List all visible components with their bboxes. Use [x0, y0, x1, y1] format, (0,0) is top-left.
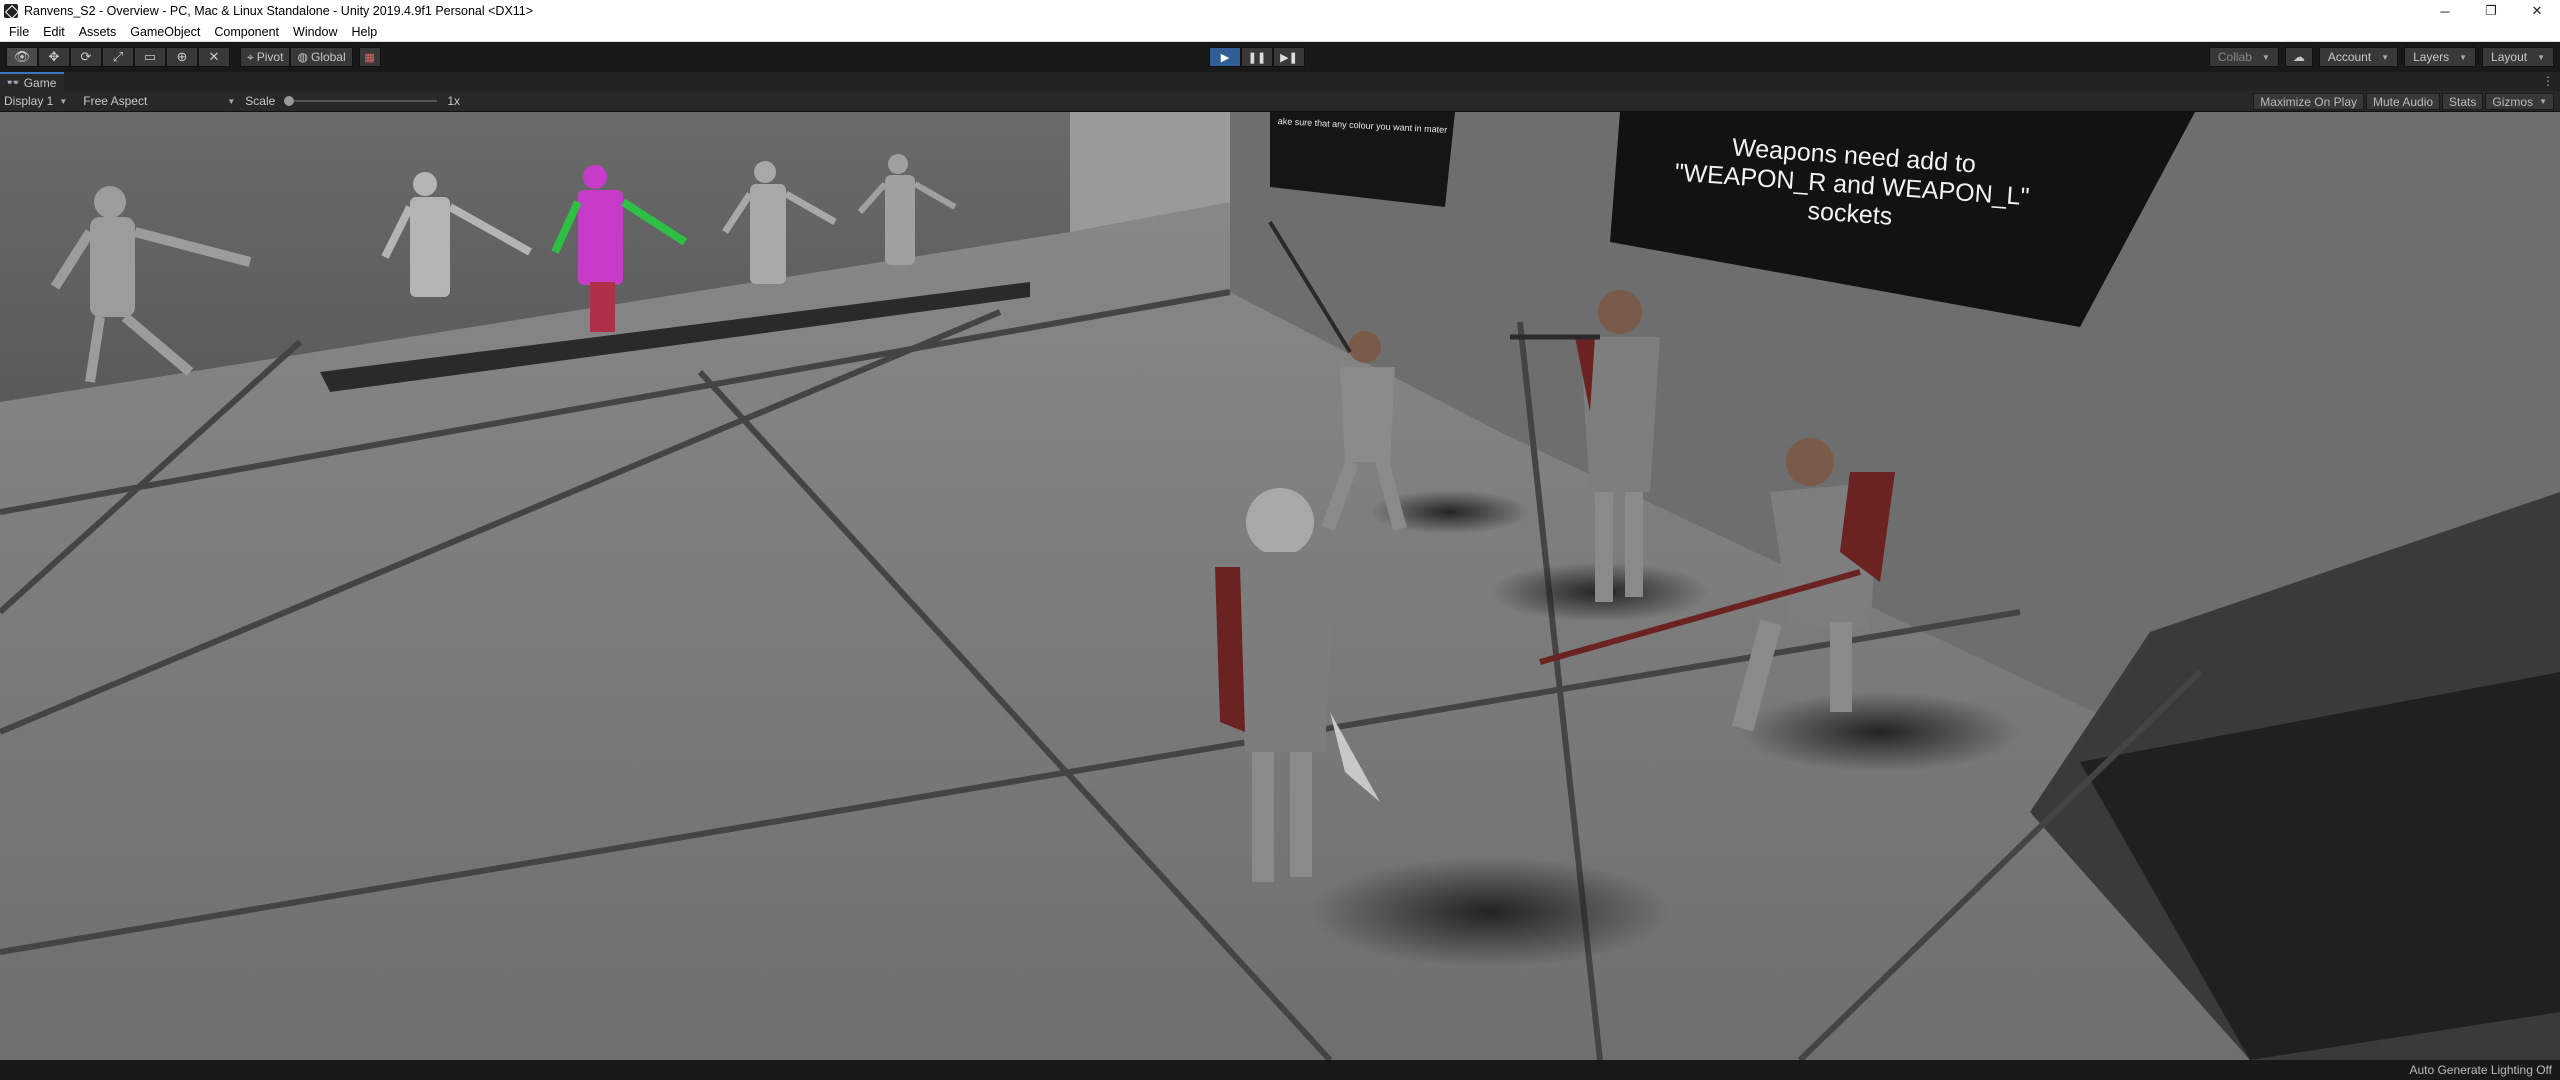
- game-view-options: Maximize On Play Mute Audio Stats Gizmos…: [2253, 93, 2554, 110]
- rect-tool-icon: ▭: [143, 49, 157, 64]
- window-title: Ranvens_S2 - Overview - PC, Mac & Linux …: [24, 4, 534, 18]
- scale-control: Scale 1x: [245, 94, 460, 108]
- layers-dropdown[interactable]: Layers ▼: [2404, 47, 2477, 67]
- game-view[interactable]: ake sure that any colour you want in mat…: [0, 112, 2560, 1060]
- collab-label: Collab: [2217, 50, 2252, 64]
- layout-label: Layout: [2491, 50, 2528, 64]
- scale-tool-button[interactable]: ⤢: [102, 47, 134, 67]
- chevron-down-icon: ▼: [2381, 52, 2390, 62]
- toolbar-right: Collab ▼ ☁ Account ▼ Layers ▼ Layout ▼: [2208, 47, 2554, 67]
- pause-button[interactable]: ❚❚: [1241, 47, 1273, 67]
- menu-bar: File Edit Assets GameObject Component Wi…: [0, 22, 2560, 42]
- custom-tool-button[interactable]: ✕: [198, 47, 230, 67]
- globe-icon: ◍: [297, 50, 308, 64]
- account-dropdown[interactable]: Account ▼: [2318, 47, 2399, 67]
- transform-tool-icon: ⊕: [176, 49, 188, 64]
- step-button[interactable]: ▶❚: [1273, 47, 1305, 67]
- cloud-button[interactable]: ☁: [2284, 47, 2313, 67]
- display-label: Display 1: [4, 94, 54, 108]
- close-button[interactable]: ✕: [2514, 0, 2560, 22]
- pivot-button[interactable]: ⌖ Pivot: [240, 47, 291, 67]
- move-tool-icon: ✥: [48, 49, 60, 64]
- scale-value: 1x: [447, 94, 460, 108]
- scale-tool-icon: ⤢: [112, 49, 124, 64]
- global-label: Global: [310, 50, 346, 64]
- mute-audio-button[interactable]: Mute Audio: [2366, 93, 2441, 110]
- maximize-on-play-button[interactable]: Maximize On Play: [2253, 93, 2364, 110]
- restore-button[interactable]: ❐: [2468, 0, 2514, 22]
- grid-snap-icon: ▦: [364, 51, 375, 64]
- tab-game-label: Game: [23, 75, 57, 90]
- chevron-down-icon: ▼: [59, 96, 68, 106]
- account-label: Account: [2327, 50, 2372, 64]
- custom-tool-icon: ✕: [208, 49, 220, 64]
- play-button[interactable]: ▶: [1209, 47, 1241, 67]
- stats-button[interactable]: Stats: [2442, 93, 2484, 110]
- play-icon: ▶: [1220, 51, 1230, 64]
- scale-slider[interactable]: [284, 96, 438, 106]
- pivot-icon: ⌖: [247, 49, 254, 64]
- scale-slider-thumb[interactable]: [284, 96, 295, 106]
- playback-controls: ▶ ❚❚ ▶❚: [1209, 47, 1305, 67]
- cloud-icon: ☁: [2292, 50, 2305, 64]
- move-tool-button[interactable]: ✥: [38, 47, 70, 67]
- menu-window[interactable]: Window: [286, 25, 344, 39]
- rotate-tool-button[interactable]: ⟳: [70, 47, 102, 67]
- menu-component[interactable]: Component: [207, 25, 286, 39]
- display-dropdown[interactable]: Display 1 ▼: [0, 94, 71, 108]
- main-toolbar: 👁 ✥ ⟳ ⤢ ▭ ⊕ ✕ ⌖ Pivot ◍ Global ▦ ▶ ❚❚ ▶❚…: [0, 42, 2560, 72]
- title-bar: Ranvens_S2 - Overview - PC, Mac & Linux …: [0, 0, 2560, 22]
- minimize-button[interactable]: ─: [2422, 0, 2468, 22]
- collab-dropdown[interactable]: Collab ▼: [2208, 47, 2279, 67]
- window-controls: ─ ❐ ✕: [2422, 0, 2560, 22]
- tab-bar: 👓 Game ⋮: [0, 72, 2560, 91]
- chevron-down-icon: ▼: [2539, 97, 2547, 106]
- pause-icon: ❚❚: [1247, 51, 1267, 64]
- menu-assets[interactable]: Assets: [72, 25, 124, 39]
- status-bar: Auto Generate Lighting Off: [0, 1060, 2560, 1080]
- chevron-down-icon: ▼: [2537, 52, 2545, 62]
- menu-gameobject[interactable]: GameObject: [123, 25, 207, 39]
- rotate-tool-icon: ⟳: [80, 49, 92, 64]
- chevron-down-icon: ▼: [2459, 52, 2468, 62]
- global-button[interactable]: ◍ Global: [290, 47, 353, 67]
- menu-edit[interactable]: Edit: [36, 25, 72, 39]
- hand-tool-button[interactable]: 👁: [6, 47, 38, 67]
- layers-label: Layers: [2413, 50, 2450, 64]
- game-controls-bar: Display 1 ▼ Free Aspect ▼ Scale 1x Maxim…: [0, 91, 2560, 112]
- unity-logo-icon: [4, 4, 18, 18]
- transform-tool-button[interactable]: ⊕: [166, 47, 198, 67]
- transform-tools: 👁 ✥ ⟳ ⤢ ▭ ⊕ ✕: [6, 47, 230, 67]
- chevron-down-icon: ▼: [2261, 52, 2270, 62]
- gizmos-label: Gizmos: [2492, 94, 2534, 109]
- lighting-status[interactable]: Auto Generate Lighting Off: [2409, 1063, 2552, 1077]
- knight-shadow: [1740, 692, 2020, 772]
- game-scene: [0, 112, 2560, 1060]
- gizmos-dropdown[interactable]: Gizmos ▼: [2485, 93, 2554, 110]
- hand-tool-icon: 👁: [13, 49, 31, 64]
- knight-shadow: [1310, 857, 1670, 967]
- tab-game[interactable]: 👓 Game: [0, 72, 65, 91]
- layout-dropdown[interactable]: Layout ▼: [2482, 47, 2554, 67]
- scale-label: Scale: [245, 94, 276, 108]
- rect-tool-button[interactable]: ▭: [134, 47, 166, 67]
- pivot-toggles: ⌖ Pivot ◍ Global: [240, 47, 353, 67]
- grid-snap-button[interactable]: ▦: [358, 47, 381, 67]
- aspect-dropdown[interactable]: Free Aspect ▼: [79, 94, 239, 108]
- chevron-down-icon: ▼: [227, 96, 236, 106]
- tab-menu-icon[interactable]: ⋮: [2542, 74, 2554, 88]
- step-icon: ▶❚: [1280, 51, 1298, 64]
- aspect-label: Free Aspect: [83, 94, 148, 108]
- menu-help[interactable]: Help: [344, 25, 384, 39]
- game-view-icon: 👓: [6, 77, 20, 89]
- pivot-label: Pivot: [256, 50, 284, 64]
- menu-file[interactable]: File: [2, 25, 36, 39]
